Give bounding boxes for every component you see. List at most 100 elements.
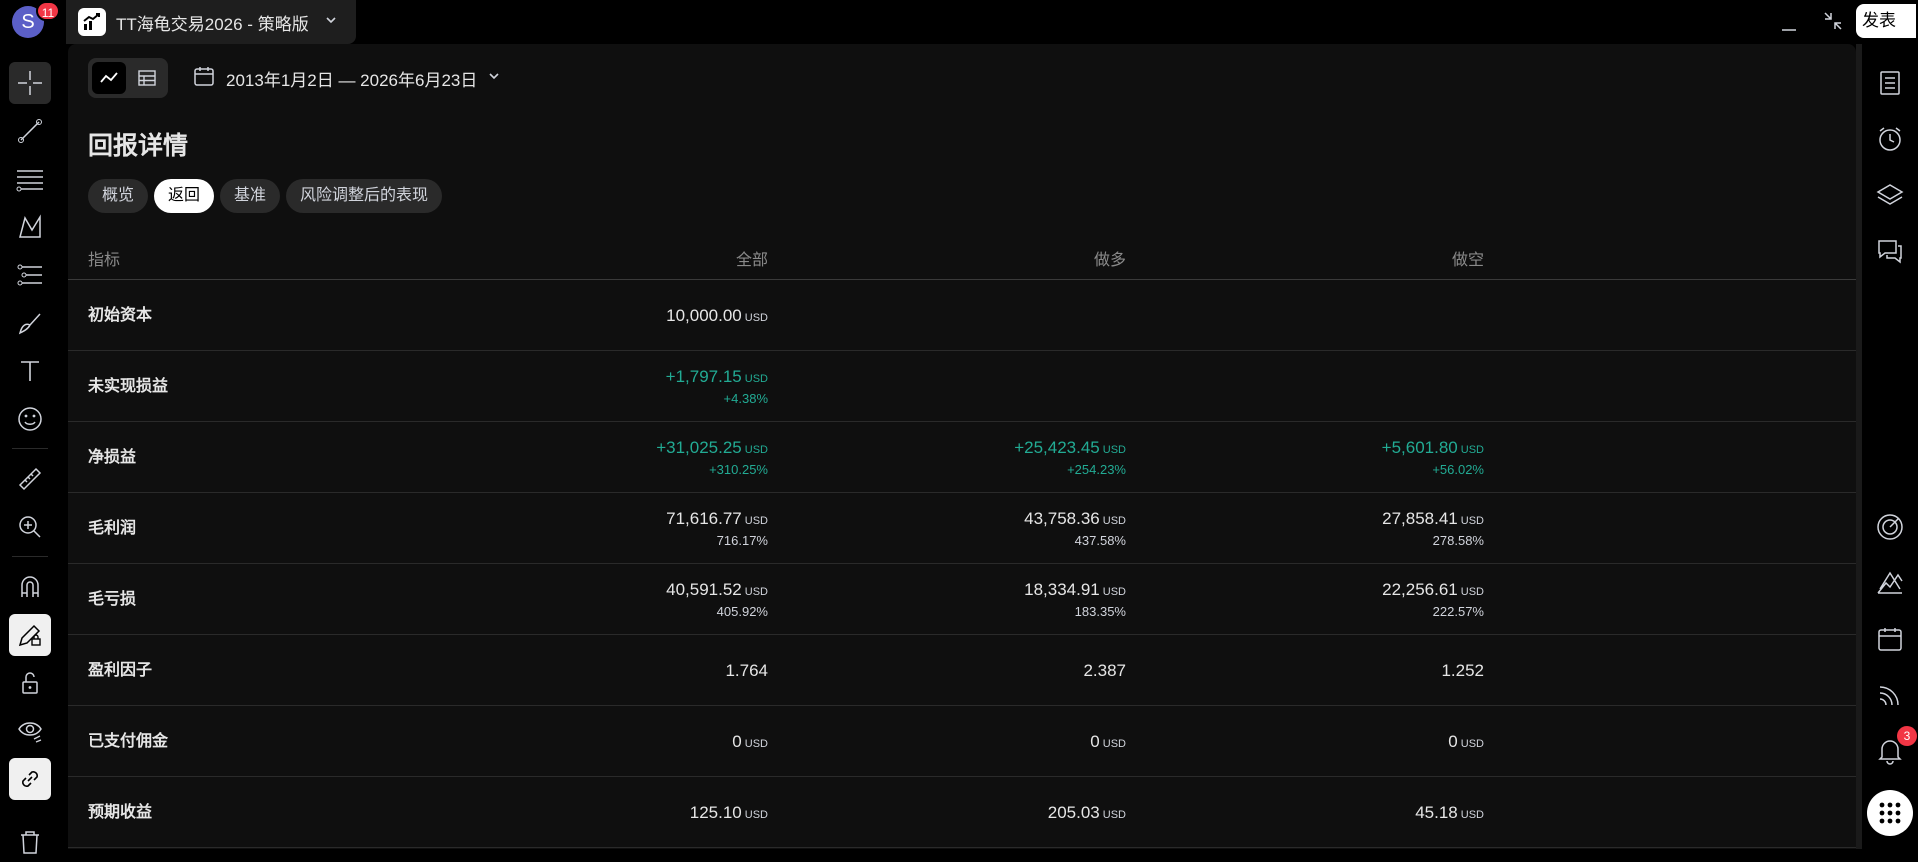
table-row: 未实现损益 +1,797.15 USD +4.38% xyxy=(68,351,1856,422)
cell-value: 205.03 USD xyxy=(1048,803,1126,823)
header-all: 全部 xyxy=(735,252,768,269)
calendar-icon[interactable] xyxy=(1869,618,1911,660)
value-text: +31,025.25 xyxy=(656,438,742,457)
cell-all: 1.764 xyxy=(468,635,768,706)
ruler-icon[interactable] xyxy=(9,458,51,500)
date-range-picker[interactable]: 2013年1月2日 — 2026年6月23日 xyxy=(192,64,501,92)
cell-value: 0 USD xyxy=(732,732,768,752)
minimize-icon[interactable] xyxy=(1778,12,1800,34)
cell-value: +25,423.45 USD xyxy=(1014,438,1126,458)
cell-value: 45.18 USD xyxy=(1415,803,1484,823)
zoom-in-icon[interactable] xyxy=(9,506,51,548)
value-text: 1.252 xyxy=(1441,660,1484,680)
notification-badge: 3 xyxy=(1897,726,1917,746)
cell-value: 2.387 xyxy=(1083,661,1126,681)
bell-icon[interactable]: 3 xyxy=(1869,726,1917,772)
currency-unit: USD xyxy=(1460,515,1484,527)
rss-icon[interactable] xyxy=(1869,674,1911,716)
trash-icon[interactable] xyxy=(9,820,51,862)
chart-up-icon[interactable] xyxy=(1869,562,1911,604)
calendar-icon xyxy=(192,64,216,93)
currency-unit: USD xyxy=(744,373,768,385)
cell-value: 0 USD xyxy=(1448,732,1484,752)
value-text: 40,591.52 xyxy=(666,580,742,599)
forecast-icon[interactable] xyxy=(9,254,51,296)
currency-unit: USD xyxy=(744,586,768,598)
cell-percent: +310.25% xyxy=(709,462,768,477)
currency-unit: USD xyxy=(744,444,768,456)
crosshair-icon[interactable] xyxy=(9,62,51,104)
cell-short: +5,601.80 USD +56.02% xyxy=(1184,422,1484,493)
cell-percent: +56.02% xyxy=(1432,462,1484,477)
chat-icon[interactable] xyxy=(1869,230,1911,272)
value-text: 27,858.41 xyxy=(1382,509,1458,528)
cell-value: 40,591.52 USD xyxy=(666,580,768,600)
tab-benchmark[interactable]: 基准 xyxy=(220,179,281,213)
chart-view-button[interactable] xyxy=(92,62,126,94)
right-sidebar: 3 xyxy=(1862,52,1918,849)
brush-icon[interactable] xyxy=(9,302,51,344)
cell-value: 10,000.00 USD xyxy=(666,306,768,326)
value-text: 125.10 xyxy=(689,802,742,822)
cell-value: +1,797.15 USD xyxy=(666,367,768,387)
chevron-down-icon[interactable] xyxy=(325,13,337,31)
value-text: 0 xyxy=(1090,731,1100,751)
cell-value: +5,601.80 USD xyxy=(1382,438,1484,458)
cell-value: 43,758.36 USD xyxy=(1024,509,1126,529)
cell-short: 0 USD xyxy=(1184,706,1484,777)
cell-value: +31,025.25 USD xyxy=(656,438,768,458)
target-icon[interactable] xyxy=(1869,506,1911,548)
currency-unit: USD xyxy=(1460,737,1484,750)
header-short: 做空 xyxy=(1451,252,1484,269)
alarm-icon[interactable] xyxy=(1869,118,1911,160)
metric-label: 未实现损益 xyxy=(88,378,169,395)
trend-line-icon[interactable] xyxy=(9,110,51,152)
avatar-notification-badge: 11 xyxy=(36,1,60,21)
metric-label: 毛亏损 xyxy=(88,591,137,608)
layers-icon[interactable] xyxy=(1869,174,1911,216)
value-text: 22,256.61 xyxy=(1382,580,1458,599)
strategy-tab[interactable]: TT海龟交易2026 - 策略版 xyxy=(66,0,356,44)
currency-unit: USD xyxy=(744,737,768,750)
eye-icon[interactable] xyxy=(9,710,51,752)
table-view-button[interactable] xyxy=(130,62,164,94)
cell-long: 205.03 USD xyxy=(826,777,1126,848)
tab-returns[interactable]: 返回 xyxy=(154,179,215,213)
table-body: 初始资本 10,000.00 USD 未实现损益 +1,797.15 USD +4.38% 净… xyxy=(68,280,1856,848)
value-text: 0 xyxy=(732,731,742,751)
tab-overview[interactable]: 概览 xyxy=(88,179,149,213)
text-icon[interactable] xyxy=(9,350,51,392)
currency-unit: USD xyxy=(1102,515,1126,527)
unlock-icon[interactable] xyxy=(9,662,51,704)
pattern-icon[interactable] xyxy=(9,206,51,248)
emoji-icon[interactable] xyxy=(9,398,51,440)
header-metric: 指标 xyxy=(88,252,121,269)
cell-value: 27,858.41 USD xyxy=(1382,509,1484,529)
collapse-icon[interactable] xyxy=(1822,10,1844,32)
header-long: 做多 xyxy=(1093,252,1126,269)
magnet-icon[interactable] xyxy=(9,566,51,608)
currency-unit: USD xyxy=(1102,586,1126,598)
cell-all: 125.10 USD xyxy=(468,777,768,848)
cell-value: 0 USD xyxy=(1090,732,1126,752)
apps-grid-icon[interactable] xyxy=(1867,790,1913,836)
cell-value: 22,256.61 USD xyxy=(1382,580,1484,600)
currency-unit: USD xyxy=(1102,808,1126,821)
publish-button[interactable]: 发表 xyxy=(1856,4,1916,38)
table-header: 指标 全部 做多 做空 xyxy=(68,230,1856,280)
value-text: 205.03 xyxy=(1047,802,1100,822)
currency-unit: USD xyxy=(1460,808,1484,821)
cell-all: 71,616.77 USD 716.17% xyxy=(468,493,768,564)
cell-value: 18,334.91 USD xyxy=(1024,580,1126,600)
link-icon[interactable] xyxy=(9,758,51,800)
tab-risk-adjusted[interactable]: 风险调整后的表现 xyxy=(286,179,443,213)
watchlist-icon[interactable] xyxy=(1869,62,1911,104)
table-row: 毛利润 71,616.77 USD 716.17% 43,758.36 USD 437.58… xyxy=(68,493,1856,564)
value-text: 18,334.91 xyxy=(1024,580,1100,599)
cell-percent: +4.38% xyxy=(723,391,768,406)
table-row: 初始资本 10,000.00 USD xyxy=(68,280,1856,351)
cell-long: 18,334.91 USD 183.35% xyxy=(826,564,1126,635)
lock-drawing-icon[interactable] xyxy=(9,614,51,656)
strategy-report-panel: 2013年1月2日 — 2026年6月23日 回报详情 概览 返回 基准 风险调… xyxy=(68,44,1856,849)
fib-lines-icon[interactable] xyxy=(9,158,51,200)
